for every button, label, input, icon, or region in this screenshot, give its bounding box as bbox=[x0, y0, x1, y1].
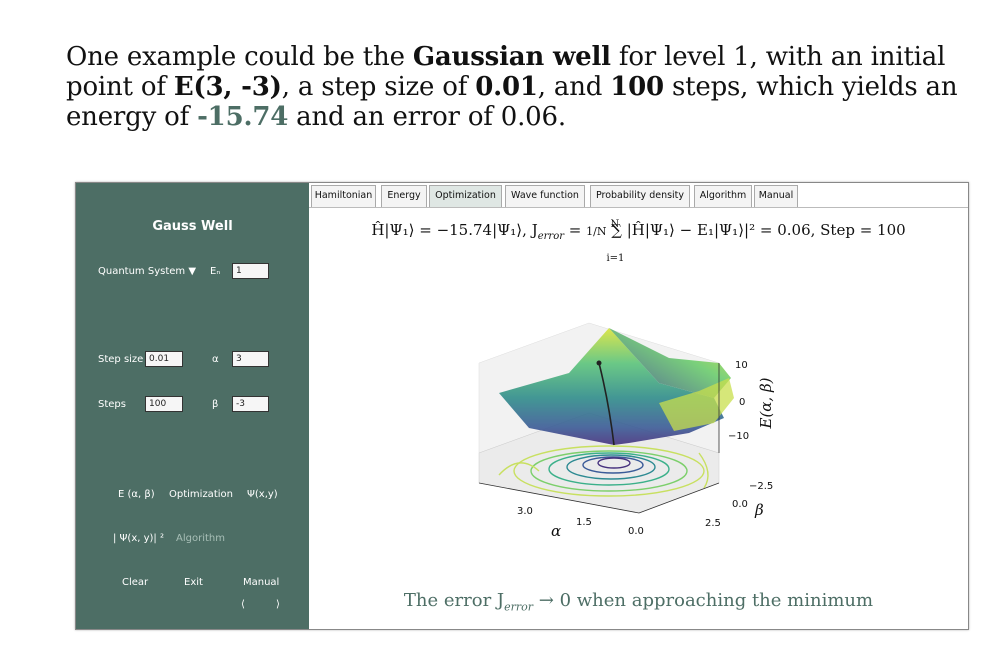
tab-bar: Hamiltonian Energy Optimization Wave fun… bbox=[309, 183, 968, 208]
intro-text: and an error of 0.06. bbox=[288, 102, 566, 132]
alpha-tick-label: 3.0 bbox=[517, 506, 533, 517]
beta-label: β bbox=[212, 399, 219, 410]
caption-text: The error J bbox=[403, 590, 505, 611]
probability-density-button[interactable]: | Ψ(x, y)| ² bbox=[113, 533, 164, 544]
intro-text: , a step size of bbox=[281, 72, 476, 102]
energy-surface-plot: 10 0 −10 E(α, β) 3.0 1.5 0.0 α −2.5 0.0 … bbox=[478, 322, 775, 540]
manual-button[interactable]: Manual bbox=[243, 577, 279, 588]
formula-part: = bbox=[564, 221, 587, 239]
z-tick-label: 0 bbox=[739, 397, 745, 408]
main-panel: Hamiltonian Energy Optimization Wave fun… bbox=[309, 183, 968, 629]
tab-hamiltonian[interactable]: Hamiltonian bbox=[311, 185, 376, 207]
alpha-label: α bbox=[212, 354, 219, 365]
intro-text: , and bbox=[537, 72, 611, 102]
exit-button[interactable]: Exit bbox=[184, 577, 203, 588]
intro-initial-point: E(3, -3) bbox=[173, 72, 282, 102]
intro-energy: -15.74 bbox=[197, 102, 289, 132]
tab-energy[interactable]: Energy bbox=[381, 185, 427, 207]
step-size-input[interactable]: 0.01 bbox=[145, 351, 183, 367]
step-size-label: Step size bbox=[98, 354, 144, 365]
wave-function-button[interactable]: Ψ(x,y) bbox=[247, 489, 278, 500]
alpha-tick-label: 0.0 bbox=[628, 526, 644, 537]
formula-part: Ĥ|Ψ₁⟩ = −15.74|Ψ₁⟩, J bbox=[371, 221, 538, 239]
beta-axis-label: β bbox=[754, 501, 764, 519]
energy-level-label: Eₙ bbox=[210, 266, 221, 277]
beta-tick-label: 0.0 bbox=[732, 499, 748, 510]
intro-system: Gaussian well bbox=[412, 42, 611, 72]
start-point bbox=[596, 360, 602, 366]
steps-input[interactable]: 100 bbox=[145, 396, 183, 412]
clear-button[interactable]: Clear bbox=[122, 577, 148, 588]
formula-fraction: 1/N bbox=[586, 225, 607, 238]
beta-input[interactable]: -3 bbox=[232, 396, 269, 412]
steps-label: Steps bbox=[98, 399, 126, 410]
z-tick-label: 10 bbox=[735, 360, 748, 371]
tab-manual[interactable]: Manual bbox=[754, 185, 798, 207]
energy-level-input[interactable]: 1 bbox=[232, 263, 269, 279]
caption-subscript: error bbox=[504, 600, 534, 614]
sum-upper-limit: N bbox=[610, 219, 620, 230]
intro-paragraph: One example could be the Gaussian well f… bbox=[66, 42, 991, 132]
intro-steps: 100 bbox=[610, 72, 664, 102]
z-tick-label: −10 bbox=[728, 431, 749, 442]
optimization-formula: Ĥ|Ψ₁⟩ = −15.74|Ψ₁⟩, Jerror = 1/N Ni=1 ∑ |… bbox=[309, 219, 968, 264]
formula-part: ∑ |Ĥ|Ψ₁⟩ − E₁|Ψ₁⟩|² = 0.06, Step = 100 bbox=[606, 221, 906, 239]
caption: The error Jerror → 0 when approaching th… bbox=[309, 590, 968, 614]
z-axis-label: E(α, β) bbox=[757, 377, 775, 429]
app-window: Gauss Well Quantum System ▼ Eₙ 1 Step si… bbox=[75, 182, 969, 630]
next-page-button[interactable]: ⟩ bbox=[276, 599, 280, 610]
sidebar: Gauss Well Quantum System ▼ Eₙ 1 Step si… bbox=[76, 183, 309, 629]
energy-button[interactable]: E (α, β) bbox=[118, 489, 155, 500]
alpha-tick-label: 1.5 bbox=[576, 517, 592, 528]
intro-text: One example could be the bbox=[66, 42, 413, 72]
tab-optimization[interactable]: Optimization bbox=[429, 185, 502, 207]
formula-subscript: error bbox=[537, 231, 564, 242]
tab-algorithm[interactable]: Algorithm bbox=[694, 185, 752, 207]
alpha-input[interactable]: 3 bbox=[232, 351, 269, 367]
optimization-button[interactable]: Optimization bbox=[169, 489, 233, 500]
system-title: Gauss Well bbox=[152, 219, 233, 234]
prev-page-button[interactable]: ⟨ bbox=[241, 599, 245, 610]
tab-wave-function[interactable]: Wave function bbox=[505, 185, 585, 207]
intro-step-size: 0.01 bbox=[475, 72, 538, 102]
quantum-system-dropdown[interactable]: Quantum System ▼ bbox=[98, 266, 196, 277]
algorithm-button[interactable]: Algorithm bbox=[176, 533, 225, 544]
tab-probability-density[interactable]: Probability density bbox=[590, 185, 690, 207]
beta-tick-label: −2.5 bbox=[749, 481, 773, 492]
beta-tick-label: 2.5 bbox=[705, 518, 721, 529]
alpha-axis-label: α bbox=[551, 522, 561, 540]
sum-lower-limit: i=1 bbox=[606, 253, 625, 264]
caption-text: → 0 when approaching the minimum bbox=[533, 590, 874, 611]
